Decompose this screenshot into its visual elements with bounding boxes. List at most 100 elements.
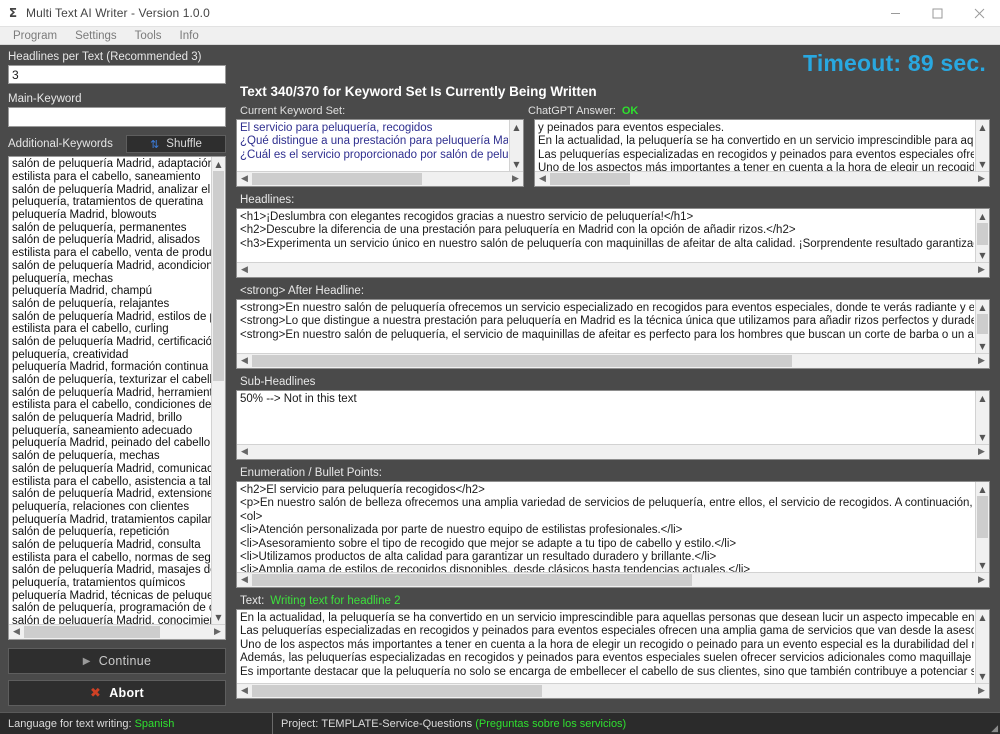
scroll-up-icon[interactable]: ▲ <box>976 391 989 405</box>
after-headline-hscroll-track[interactable] <box>252 354 974 368</box>
abort-button[interactable]: ✖ Abort <box>8 680 226 706</box>
sub-headlines-horizontal-scrollbar[interactable]: ◀ ▶ <box>237 444 989 459</box>
sub-headlines-hscroll-track[interactable] <box>252 445 974 459</box>
keywords-scroll-track[interactable] <box>212 171 225 610</box>
scroll-right-icon[interactable]: ▶ <box>974 573 989 587</box>
sub-headlines-scroll-track[interactable] <box>976 405 989 430</box>
enumeration-hscroll-thumb[interactable] <box>252 574 692 586</box>
scroll-up-icon[interactable]: ▲ <box>976 120 989 134</box>
scroll-down-icon[interactable]: ▼ <box>976 339 989 353</box>
keyword-list-item: salón de peluquería, relajantes <box>12 297 170 310</box>
keywords-hscroll-track[interactable] <box>24 625 210 639</box>
after-headline-scroll-track[interactable] <box>976 314 989 339</box>
scroll-left-icon[interactable]: ◀ <box>237 172 252 186</box>
enumeration-scroll-track[interactable] <box>976 496 989 558</box>
scroll-left-icon[interactable]: ◀ <box>535 172 550 186</box>
scroll-right-icon[interactable]: ▶ <box>210 625 225 639</box>
answer-line: y peinados para eventos especiales. <box>538 122 725 134</box>
keywords-vertical-scrollbar[interactable]: ▲ ▼ <box>211 157 225 624</box>
scroll-up-icon[interactable]: ▲ <box>976 209 989 223</box>
headlines-scroll-track[interactable] <box>976 223 989 248</box>
scroll-left-icon[interactable]: ◀ <box>237 263 252 277</box>
scroll-up-icon[interactable]: ▲ <box>510 120 523 134</box>
menu-item-info[interactable]: Info <box>171 27 208 45</box>
scroll-right-icon[interactable]: ▶ <box>974 263 989 277</box>
scroll-up-icon[interactable]: ▲ <box>976 300 989 314</box>
scroll-up-icon[interactable]: ▲ <box>212 157 225 172</box>
scroll-left-icon[interactable]: ◀ <box>237 445 252 459</box>
scroll-down-icon[interactable]: ▼ <box>976 669 989 683</box>
cks-scroll-track[interactable] <box>510 134 523 157</box>
scroll-right-icon[interactable]: ▶ <box>508 172 523 186</box>
maximize-button[interactable] <box>916 0 958 27</box>
chatgpt-answer-box[interactable]: y peinados para eventos especiales. En la… <box>534 119 990 187</box>
shuffle-button[interactable]: ⇅ Shuffle <box>126 135 226 154</box>
scroll-left-icon[interactable]: ◀ <box>237 573 252 587</box>
enumeration-scroll-thumb[interactable] <box>977 496 988 538</box>
scroll-down-icon[interactable]: ▼ <box>976 248 989 262</box>
after-headline-box[interactable]: <strong>En nuestro salón de peluquería o… <box>236 299 990 369</box>
scroll-left-icon[interactable]: ◀ <box>237 354 252 368</box>
resize-grip-icon[interactable]: ◢ <box>984 713 1000 734</box>
keywords-horizontal-scrollbar[interactable]: ◀ ▶ <box>9 624 225 639</box>
text-horizontal-scrollbar[interactable]: ◀ ▶ <box>237 683 989 698</box>
menu-item-program[interactable]: Program <box>4 27 66 45</box>
minimize-button[interactable] <box>874 0 916 27</box>
menu-item-tools[interactable]: Tools <box>126 27 171 45</box>
headlines-box[interactable]: <h1>¡Deslumbra con elegantes recogidos g… <box>236 208 990 278</box>
after-headline-horizontal-scrollbar[interactable]: ◀ ▶ <box>237 353 989 368</box>
sub-headlines-vertical-scrollbar[interactable]: ▲ ▼ <box>975 391 989 444</box>
cks-horizontal-scrollbar[interactable]: ◀ ▶ <box>237 171 523 186</box>
text-box[interactable]: En la actualidad, la peluquería se ha co… <box>236 609 990 699</box>
text-hscroll-track[interactable] <box>252 684 974 698</box>
after-headline-vertical-scrollbar[interactable]: ▲ ▼ <box>975 300 989 353</box>
scroll-down-icon[interactable]: ▼ <box>976 430 989 444</box>
close-button[interactable] <box>958 0 1000 27</box>
text-hscroll-thumb[interactable] <box>252 685 542 697</box>
answer-line: Las peluquerías especializadas en recogi… <box>538 148 974 161</box>
headlines-per-text-input[interactable] <box>8 65 226 85</box>
scroll-down-icon[interactable]: ▼ <box>976 157 989 171</box>
cga-hscroll-thumb[interactable] <box>550 173 630 185</box>
menu-item-settings[interactable]: Settings <box>66 27 126 45</box>
headlines-scroll-thumb[interactable] <box>977 223 988 245</box>
sub-headlines-box[interactable]: 50% --> Not in this text ▲ ▼ ◀ ▶ <box>236 390 990 460</box>
headlines-vertical-scrollbar[interactable]: ▲ ▼ <box>975 209 989 262</box>
keyword-list-item: peluquería, mechas <box>12 272 114 285</box>
after-headline-hscroll-thumb[interactable] <box>252 355 792 367</box>
main-keyword-input[interactable] <box>8 107 226 127</box>
cks-hscroll-thumb[interactable] <box>252 173 422 185</box>
scroll-left-icon[interactable]: ◀ <box>9 625 24 639</box>
enumeration-box[interactable]: <h2>El servicio para peluquería recogido… <box>236 481 990 588</box>
scroll-up-icon[interactable]: ▲ <box>976 482 989 496</box>
scroll-right-icon[interactable]: ▶ <box>974 172 989 186</box>
scroll-left-icon[interactable]: ◀ <box>237 684 252 698</box>
scroll-down-icon[interactable]: ▼ <box>510 157 523 171</box>
enumeration-hscroll-track[interactable] <box>252 573 974 587</box>
scroll-right-icon[interactable]: ▶ <box>974 354 989 368</box>
after-headline-scroll-thumb[interactable] <box>977 314 988 334</box>
additional-keywords-listbox[interactable]: salón de peluquería Madrid, adaptación d… <box>8 156 226 640</box>
enumeration-vertical-scrollbar[interactable]: ▲ ▼ <box>975 482 989 572</box>
continue-button[interactable]: ▶ Continue <box>8 648 226 674</box>
keywords-hscroll-thumb[interactable] <box>24 626 160 638</box>
headlines-hscroll-track[interactable] <box>252 263 974 277</box>
cga-hscroll-track[interactable] <box>550 172 974 186</box>
scroll-right-icon[interactable]: ▶ <box>974 684 989 698</box>
scroll-down-icon[interactable]: ▼ <box>976 558 989 572</box>
cks-vertical-scrollbar[interactable]: ▲ ▼ <box>509 120 523 171</box>
scroll-up-icon[interactable]: ▲ <box>976 610 989 624</box>
scroll-down-icon[interactable]: ▼ <box>212 610 225 624</box>
cga-horizontal-scrollbar[interactable]: ◀ ▶ <box>535 171 989 186</box>
keyword-list-item: peluquería, relaciones con clientes <box>12 500 190 513</box>
keywords-scroll-thumb[interactable] <box>213 171 224 382</box>
cga-vertical-scrollbar[interactable]: ▲ ▼ <box>975 120 989 171</box>
cga-scroll-track[interactable] <box>976 134 989 157</box>
text-vertical-scrollbar[interactable]: ▲ ▼ <box>975 610 989 683</box>
cks-hscroll-track[interactable] <box>252 172 508 186</box>
text-scroll-track[interactable] <box>976 624 989 669</box>
headlines-horizontal-scrollbar[interactable]: ◀ ▶ <box>237 262 989 277</box>
current-keyword-set-box[interactable]: El servicio para peluquería, recogidos ¿Q… <box>236 119 524 187</box>
enumeration-horizontal-scrollbar[interactable]: ◀ ▶ <box>237 572 989 587</box>
scroll-right-icon[interactable]: ▶ <box>974 445 989 459</box>
